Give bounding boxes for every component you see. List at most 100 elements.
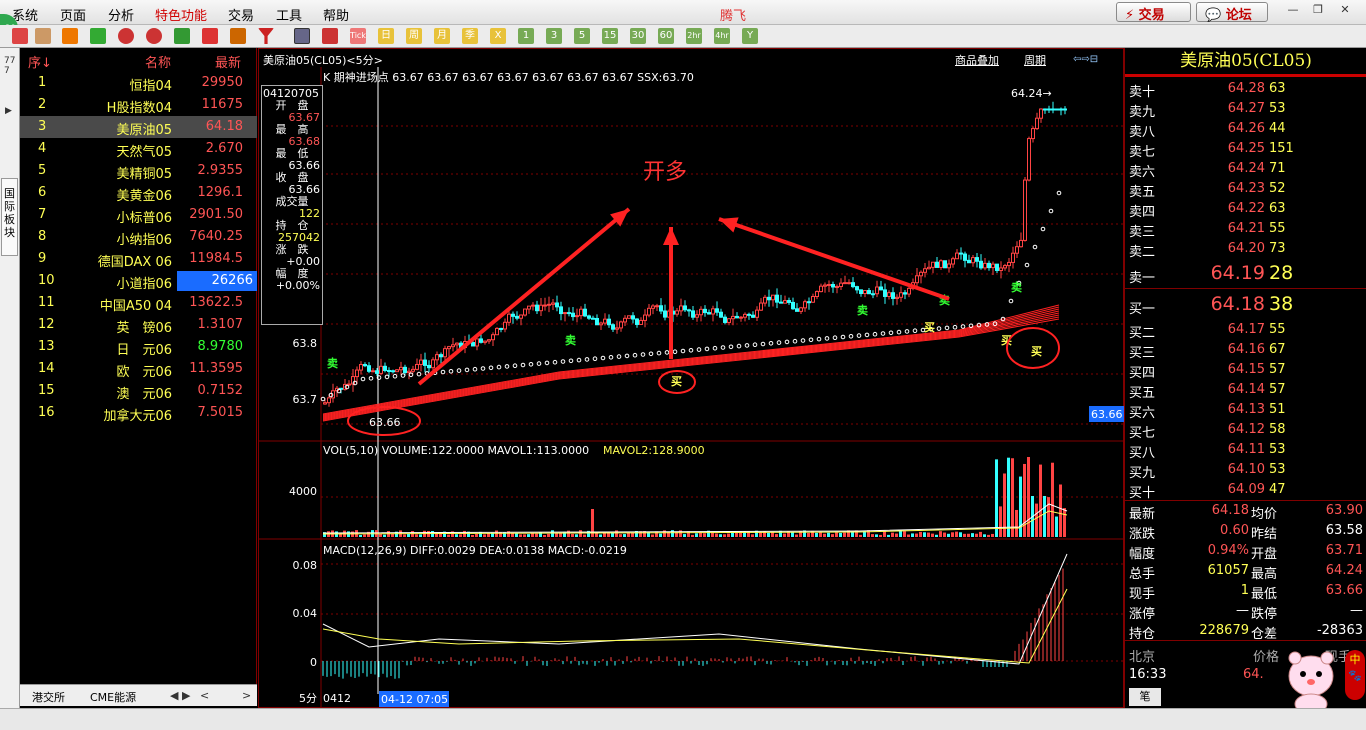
bid-level[interactable]: 买二 64.17 55 xyxy=(1125,320,1366,341)
tab-cme-energy[interactable]: CME能源 xyxy=(90,689,136,705)
watchlist-row[interactable]: 14 欧 元06 11.3595 xyxy=(20,358,257,380)
menu-tools[interactable]: 工具 xyxy=(276,5,302,24)
minimize-icon[interactable]: — xyxy=(1285,3,1301,17)
period-month-button[interactable]: 月 xyxy=(434,28,450,44)
candle-body xyxy=(619,321,623,329)
period-x-button[interactable]: X xyxy=(490,28,506,44)
watchlist-row[interactable]: 15 澳 元06 0.7152 xyxy=(20,380,257,402)
level-price: 64.17 xyxy=(1227,322,1265,337)
watchlist-row[interactable]: 5 美精铜05 2.9355 xyxy=(20,160,257,182)
overlay-link[interactable]: 商品叠加 xyxy=(955,52,999,68)
period-day-button[interactable]: 日 xyxy=(378,28,394,44)
watchlist-row[interactable]: 16 加拿大元06 7.5015 xyxy=(20,402,257,424)
close-icon[interactable]: ✕ xyxy=(1337,3,1353,17)
ask-level[interactable]: 卖五 64.23 52 xyxy=(1125,179,1366,200)
trade-button[interactable]: ⚡ 交易 xyxy=(1116,2,1191,23)
best-ask-level[interactable]: 卖一 64.19 28 xyxy=(1125,259,1366,289)
color-icon[interactable] xyxy=(174,28,190,44)
stat-row: 最新 64.18 均价 63.90 xyxy=(1125,501,1366,522)
bid-level[interactable]: 买九 64.10 53 xyxy=(1125,460,1366,481)
chart-nav-buttons[interactable]: ⇦⇨⊟ xyxy=(1073,51,1121,65)
column-seq[interactable]: 序↓ xyxy=(28,52,52,71)
period-4hr-button[interactable]: 4hr xyxy=(714,28,730,44)
watchlist-row[interactable]: 1 恒指04 29950 xyxy=(20,72,257,94)
kline-chart[interactable]: K 期神进场点 63.67 63.67 63.67 63.67 63.67 63… xyxy=(259,49,1125,709)
filter-icon[interactable] xyxy=(258,28,274,44)
period-link[interactable]: 周期 xyxy=(1024,52,1046,68)
back-icon[interactable] xyxy=(12,28,28,44)
menu-help[interactable]: 帮助 xyxy=(323,5,349,24)
menu-special-features[interactable]: 特色功能 xyxy=(155,5,207,24)
watchlist-row[interactable]: 2 H股指数04 11675 xyxy=(20,94,257,116)
bid-level[interactable]: 买三 64.16 67 xyxy=(1125,340,1366,361)
period-1m-button[interactable]: 1 xyxy=(518,28,534,44)
international-sector-tab[interactable]: 国际板块 xyxy=(1,178,18,256)
bid-level[interactable]: 买五 64.14 57 xyxy=(1125,380,1366,401)
ask-level[interactable]: 卖十 64.28 63 xyxy=(1125,79,1366,100)
level-label: 买十 xyxy=(1129,486,1156,501)
draw-icon[interactable] xyxy=(230,28,246,44)
nav-box-icon[interactable]: ⊟ xyxy=(1090,54,1098,65)
ask-level[interactable]: 卖六 64.24 71 xyxy=(1125,159,1366,180)
ask-level[interactable]: 卖九 64.27 53 xyxy=(1125,99,1366,120)
best-bid-level[interactable]: 买一 64.18 38 xyxy=(1125,290,1366,320)
zoom-in-icon[interactable] xyxy=(118,28,134,44)
period-week-button[interactable]: 周 xyxy=(406,28,422,44)
bid-level[interactable]: 买四 64.15 57 xyxy=(1125,360,1366,381)
ask-level[interactable]: 卖二 64.20 73 xyxy=(1125,239,1366,260)
scroll-left-icon[interactable]: < xyxy=(200,689,209,702)
column-last[interactable]: 最新 xyxy=(215,52,241,71)
collapse-arrow-icon[interactable]: ▶ xyxy=(5,106,12,116)
bid-level[interactable]: 买六 64.13 51 xyxy=(1125,400,1366,421)
menu-trade[interactable]: 交易 xyxy=(228,5,254,24)
watchlist-row[interactable]: 6 美黄金06 1296.1 xyxy=(20,182,257,204)
forum-button[interactable]: 💬 论坛 xyxy=(1196,2,1268,23)
tab-scroll-right-icon[interactable]: ▶ xyxy=(182,689,190,702)
column-name[interactable]: 名称 xyxy=(145,52,171,71)
period-60m-button[interactable]: 60 xyxy=(658,28,674,44)
period-year-button[interactable]: Y xyxy=(742,28,758,44)
bid-level[interactable]: 买七 64.12 58 xyxy=(1125,420,1366,441)
ask-level[interactable]: 卖四 64.22 63 xyxy=(1125,199,1366,220)
nav-right-icon[interactable]: ⇨ xyxy=(1081,54,1089,65)
bid-level[interactable]: 买八 64.11 53 xyxy=(1125,440,1366,461)
ask-level[interactable]: 卖三 64.21 55 xyxy=(1125,219,1366,240)
period-2hr-button[interactable]: 2hr xyxy=(686,28,702,44)
tab-scroll-left-icon[interactable]: ◀ xyxy=(170,689,178,702)
period-season-button[interactable]: 季 xyxy=(462,28,478,44)
watchlist-row[interactable]: 12 英 镑06 1.3107 xyxy=(20,314,257,336)
ask-level[interactable]: 卖八 64.26 44 xyxy=(1125,119,1366,140)
tab-hkex[interactable]: 港交所 xyxy=(32,689,65,705)
watchlist-row[interactable]: 3 美原油05 64.18 xyxy=(20,116,257,138)
table-icon[interactable] xyxy=(294,28,310,44)
restore-icon[interactable]: ❐ xyxy=(1310,3,1326,17)
period-5m-button[interactable]: 5 xyxy=(574,28,590,44)
zoom-out-icon[interactable] xyxy=(146,28,162,44)
kline-icon[interactable] xyxy=(322,28,338,44)
cursor-time: 04-12 07:05 xyxy=(381,693,448,706)
tick-button[interactable]: Tick xyxy=(350,28,366,44)
chart-panel[interactable]: K 期神进场点 63.67 63.67 63.67 63.67 63.67 63… xyxy=(258,48,1125,709)
bid-level[interactable]: 买十 64.09 47 xyxy=(1125,480,1366,501)
period-3m-button[interactable]: 3 xyxy=(546,28,562,44)
menu-analysis[interactable]: 分析 xyxy=(108,5,134,24)
menu-page[interactable]: 页面 xyxy=(60,5,86,24)
scroll-right-icon[interactable]: > xyxy=(242,689,251,702)
watchlist-row[interactable]: 4 天然气05 2.670 xyxy=(20,138,257,160)
refresh-icon[interactable] xyxy=(90,28,106,44)
watchlist-row[interactable]: 10 小道指06 26266 xyxy=(20,270,257,292)
watchlist-row[interactable]: 7 小标普06 2901.50 xyxy=(20,204,257,226)
home-icon[interactable] xyxy=(35,28,51,44)
ask-level[interactable]: 卖七 64.25 151 xyxy=(1125,139,1366,160)
watchlist-row[interactable]: 8 小纳指06 7640.25 xyxy=(20,226,257,248)
trend-icon[interactable] xyxy=(62,28,78,44)
watchlist-row[interactable]: 13 日 元06 8.9780 xyxy=(20,336,257,358)
pen-icon[interactable] xyxy=(202,28,218,44)
volume-bar xyxy=(1035,503,1038,537)
tick-tab[interactable]: 笔 xyxy=(1129,688,1161,706)
period-30m-button[interactable]: 30 xyxy=(630,28,646,44)
period-15m-button[interactable]: 15 xyxy=(602,28,618,44)
watchlist-row[interactable]: 11 中国A50 04 13622.5 xyxy=(20,292,257,314)
chat-float-icon[interactable]: 中 🐾 xyxy=(1345,650,1365,700)
watchlist-row[interactable]: 9 德国DAX 06 11984.5 xyxy=(20,248,257,270)
